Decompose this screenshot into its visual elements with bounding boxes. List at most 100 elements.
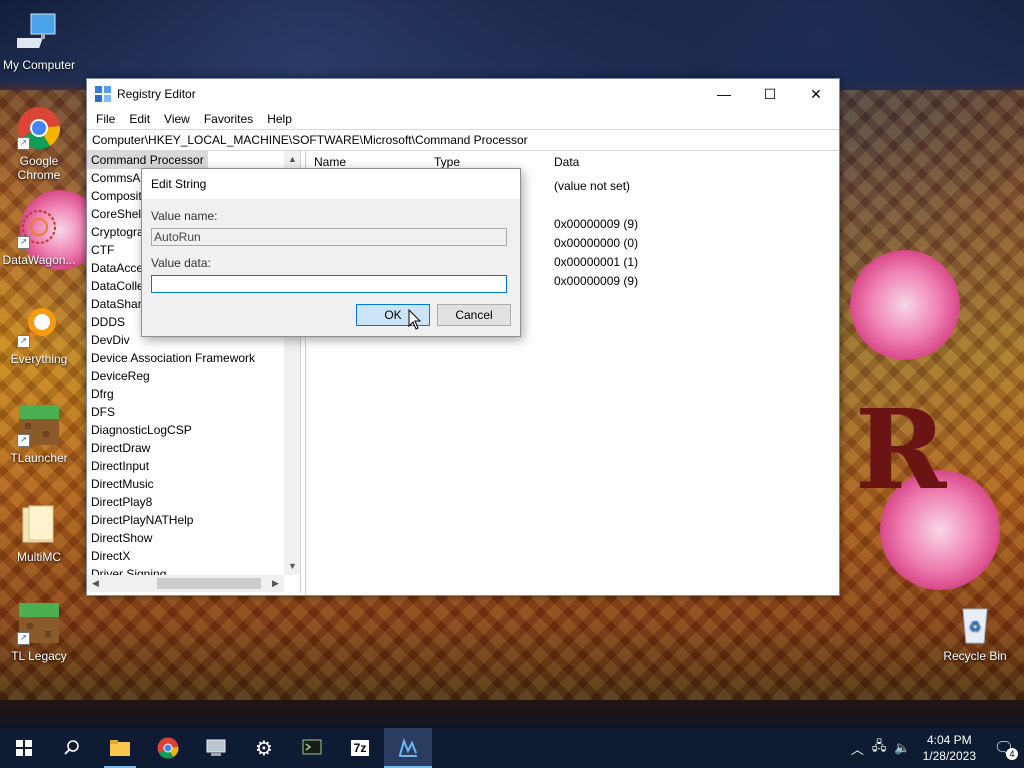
taskbar-regedit[interactable] xyxy=(384,728,432,768)
menu-bar: File Edit View Favorites Help xyxy=(87,109,839,129)
chrome-icon xyxy=(157,737,179,759)
address-bar[interactable]: Computer\HKEY_LOCAL_MACHINE\SOFTWARE\Mic… xyxy=(87,129,839,151)
wallpaper-letter: R xyxy=(855,385,947,514)
tree-item[interactable]: DiagnosticLogCSP xyxy=(87,421,300,439)
taskbar-file-explorer[interactable] xyxy=(96,728,144,768)
desktop-icon-label: TLauncher xyxy=(10,451,68,465)
desktop-icon-label: TL Legacy xyxy=(11,649,67,663)
shortcut-arrow-icon: ↗ xyxy=(17,137,30,150)
shortcut-arrow-icon: ↗ xyxy=(17,632,30,645)
tree-item[interactable]: DirectInput xyxy=(87,457,300,475)
tree-item[interactable]: Dfrg xyxy=(87,385,300,403)
regedit-icon xyxy=(399,737,417,757)
tree-item[interactable]: Device Association Framework xyxy=(87,349,300,367)
scroll-left-icon[interactable]: ◀ xyxy=(87,575,104,592)
column-data[interactable]: Data xyxy=(554,155,579,169)
taskbar-search-button[interactable] xyxy=(48,728,96,768)
tree-item[interactable]: DirectMusic xyxy=(87,475,300,493)
maximize-button[interactable]: ☐ xyxy=(747,79,793,109)
taskbar-chrome[interactable] xyxy=(144,728,192,768)
registry-editor-window[interactable]: Registry Editor — ☐ ✕ File Edit View Fav… xyxy=(86,78,840,596)
tree-item[interactable]: DirectPlayNATHelp xyxy=(87,511,300,529)
start-button[interactable] xyxy=(0,728,48,768)
desktop-icon-label: DataWagon... xyxy=(2,253,76,267)
menu-view[interactable]: View xyxy=(157,112,197,126)
value-data-cell[interactable]: 0x00000009 (9) xyxy=(554,274,638,288)
everything-search-icon: ↗ xyxy=(17,304,61,348)
column-name[interactable]: Name xyxy=(314,155,346,169)
tree-item[interactable]: DirectX xyxy=(87,547,300,565)
mouse-cursor-icon xyxy=(408,309,422,330)
desktop-icon-label: MultiMC xyxy=(17,550,61,564)
clock-date: 1/28/2023 xyxy=(922,749,976,763)
scroll-thumb[interactable] xyxy=(157,578,261,589)
notification-center-button[interactable]: 🗨 4 xyxy=(984,728,1024,768)
terminal-icon xyxy=(302,739,322,755)
desktop-icon-multimc[interactable]: MultiMC xyxy=(0,502,78,564)
clock[interactable]: 4:04 PM 1/28/2023 xyxy=(915,732,984,764)
menu-favorites[interactable]: Favorites xyxy=(197,112,260,126)
grass-block-icon: ↗ xyxy=(17,601,61,645)
desktop-icon-google-chrome[interactable]: ↗ Google Chrome xyxy=(0,106,78,182)
desktop-icon-tl-legacy[interactable]: ↗ TL Legacy xyxy=(0,601,78,663)
gear-icon: ⚙ xyxy=(255,737,273,760)
taskbar: ⚙ 7z ︿ 🖧 🔈 4:04 PM 1/28/2023 🗨 4 xyxy=(0,728,1024,768)
desktop-icon-everything[interactable]: ↗ Everything xyxy=(0,304,78,366)
scroll-up-icon[interactable]: ▲ xyxy=(284,151,300,168)
recycle-bin-icon: ♻ xyxy=(953,601,997,645)
scroll-down-icon[interactable]: ▼ xyxy=(284,558,300,575)
registry-editor-icon xyxy=(95,86,111,102)
scroll-right-icon[interactable]: ▶ xyxy=(267,575,284,592)
taskbar-terminal[interactable] xyxy=(288,728,336,768)
value-name-label: Value name: xyxy=(151,209,218,223)
dialog-title: Edit String xyxy=(142,169,520,199)
volume-icon[interactable]: 🔈 xyxy=(890,740,914,756)
network-icon[interactable]: 🖧 xyxy=(868,737,891,759)
shortcut-arrow-icon: ↗ xyxy=(17,335,30,348)
taskbar-settings[interactable]: ⚙ xyxy=(240,728,288,768)
wallpaper-flower xyxy=(850,250,960,360)
computer-icon xyxy=(9,10,61,54)
cancel-button[interactable]: Cancel xyxy=(437,304,511,326)
system-tray: ︿ 🖧 🔈 4:04 PM 1/28/2023 🗨 4 xyxy=(847,728,1024,768)
shortcut-arrow-icon: ↗ xyxy=(17,236,30,249)
window-title: Registry Editor xyxy=(117,87,196,101)
grass-block-icon: ↗ xyxy=(17,403,61,447)
menu-edit[interactable]: Edit xyxy=(122,112,157,126)
tree-item[interactable]: DirectDraw xyxy=(87,439,300,457)
7zip-icon: 7z xyxy=(350,740,370,756)
column-type[interactable]: Type xyxy=(434,155,460,169)
show-hidden-icons-chevron-icon[interactable]: ︿ xyxy=(847,739,868,758)
svg-text:♻: ♻ xyxy=(969,619,982,635)
desktop-icon-my-computer[interactable]: My Computer xyxy=(0,10,78,72)
windows-logo-icon xyxy=(16,740,32,756)
tree-item-selected[interactable]: Command Processor xyxy=(87,151,208,169)
notification-count-badge: 4 xyxy=(1006,748,1018,760)
tree-item[interactable]: DirectPlay8 xyxy=(87,493,300,511)
desktop-icon-recycle-bin[interactable]: ♻ Recycle Bin xyxy=(936,601,1014,663)
close-button[interactable]: ✕ xyxy=(793,79,839,109)
taskbar-device-manager[interactable] xyxy=(192,728,240,768)
taskbar-7zip[interactable]: 7z xyxy=(336,728,384,768)
chrome-icon: ↗ xyxy=(17,106,61,150)
desktop-icon-datawagon[interactable]: ↗ DataWagon... xyxy=(0,205,78,267)
value-data-cell[interactable]: 0x00000001 (1) xyxy=(554,255,638,269)
tree-item[interactable]: DirectShow xyxy=(87,529,300,547)
value-data-cell[interactable]: 0x00000009 (9) xyxy=(554,217,638,231)
clock-time: 4:04 PM xyxy=(926,733,972,747)
desktop-icon-tlauncher[interactable]: ↗ TLauncher xyxy=(0,403,78,465)
edit-string-dialog[interactable]: Edit String Value name: Value data: OK C… xyxy=(141,168,521,337)
tree-horizontal-scrollbar[interactable]: ◀ ▶ xyxy=(87,575,284,592)
menu-file[interactable]: File xyxy=(89,112,122,126)
value-data-label: Value data: xyxy=(151,256,211,270)
value-data-cell[interactable]: 0x00000000 (0) xyxy=(554,236,638,250)
tree-item[interactable]: DeviceReg xyxy=(87,367,300,385)
desktop-icon-label: My Computer xyxy=(2,58,76,72)
menu-help[interactable]: Help xyxy=(260,112,299,126)
desktop-icon-label: Google Chrome xyxy=(17,154,61,182)
tree-item[interactable]: DFS xyxy=(87,403,300,421)
minimize-button[interactable]: — xyxy=(701,79,747,109)
title-bar[interactable]: Registry Editor — ☐ ✕ xyxy=(87,79,839,109)
value-data-field[interactable] xyxy=(151,275,507,293)
value-data-cell[interactable]: (value not set) xyxy=(554,179,630,193)
